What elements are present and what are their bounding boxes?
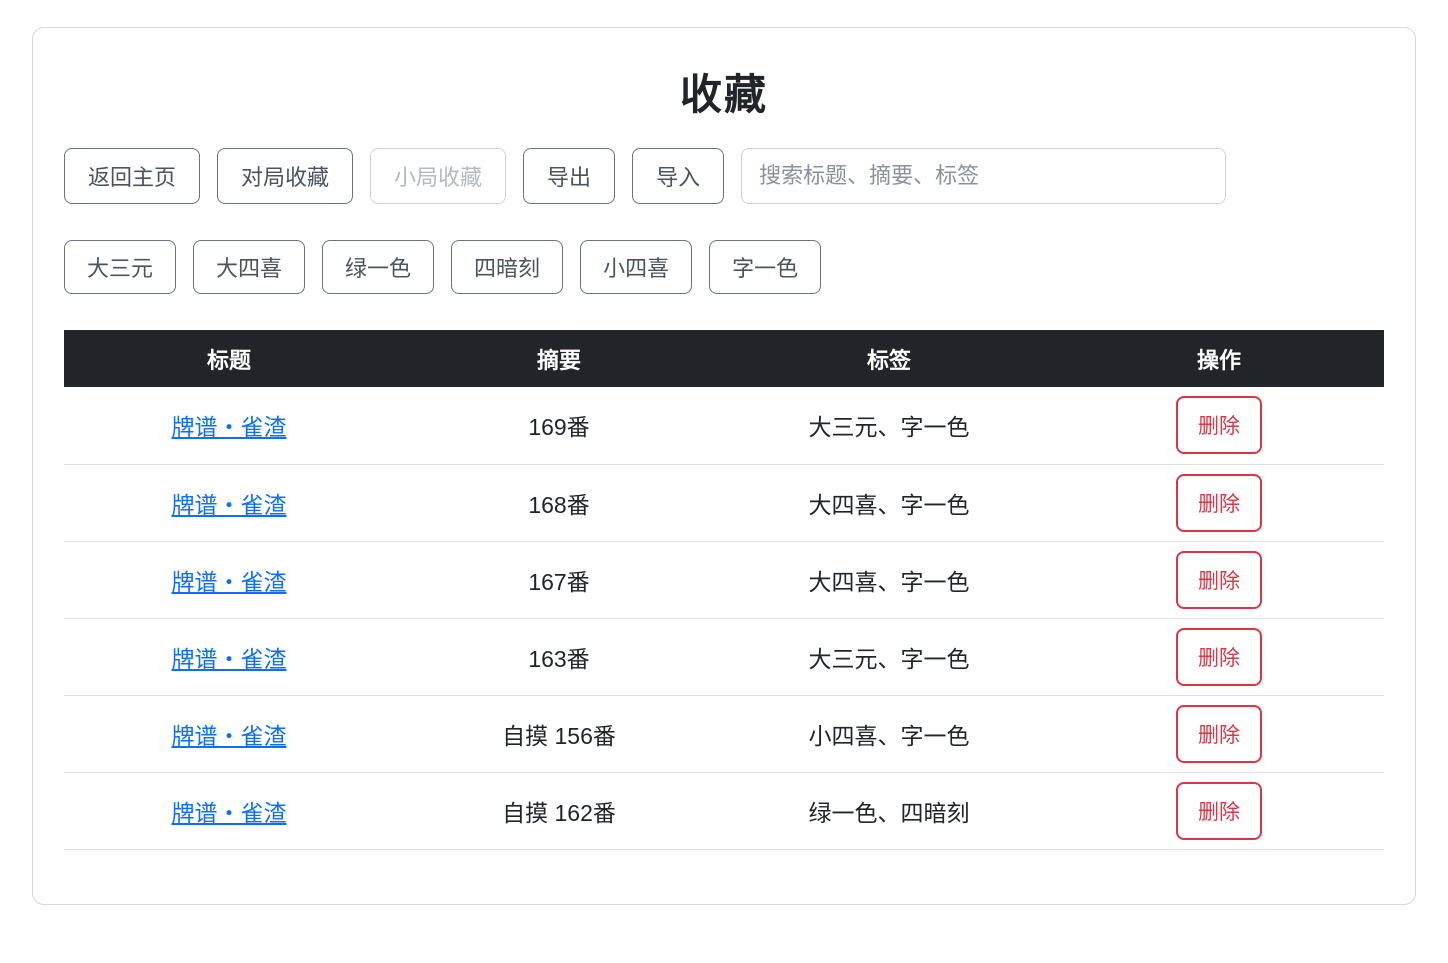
table-row: 牌谱・雀渣 自摸 162番 绿一色、四暗刻 删除 (64, 772, 1384, 850)
table-row: 牌谱・雀渣 自摸 156番 小四喜、字一色 删除 (64, 695, 1384, 773)
column-header: 操作 (1054, 330, 1384, 387)
toolbar: 返回主页 对局收藏 小局收藏 导出 导入 (64, 148, 1384, 204)
title-cell: 牌谱・雀渣 (64, 541, 394, 619)
summary-cell: 167番 (394, 541, 724, 619)
column-header: 标签 (724, 330, 1054, 387)
delete-button[interactable]: 删除 (1176, 781, 1262, 840)
toolbar-button-4[interactable]: 导入 (632, 148, 725, 204)
tags-cell: 绿一色、四暗刻 (724, 772, 1054, 850)
table-head: 标题 摘要 标签 操作 (64, 330, 1384, 387)
favorites-card: 收藏 返回主页对局收藏小局收藏导出导入 大三元大四喜绿一色四暗刻小四喜字一色 标… (32, 27, 1416, 905)
tag-filter-button-1[interactable]: 大四喜 (193, 240, 306, 294)
page-title: 收藏 (679, 71, 768, 118)
title-cell: 牌谱・雀渣 (64, 387, 394, 465)
toolbar-button-1[interactable]: 对局收藏 (217, 148, 354, 204)
column-header: 标题 (64, 330, 394, 387)
tag-filter-button-4[interactable]: 小四喜 (580, 240, 693, 294)
summary-cell: 163番 (394, 618, 724, 696)
summary-cell: 168番 (394, 464, 724, 542)
delete-button[interactable]: 删除 (1176, 627, 1262, 686)
action-cell: 删除 (1054, 695, 1384, 773)
record-link[interactable]: 牌谱・雀渣 (172, 569, 287, 595)
favorites-table: 标题 摘要 标签 操作 牌谱・雀渣 169番 大三元、字一色 删除 牌谱・雀渣 168番 大四喜、… (64, 330, 1384, 850)
toolbar-button-0[interactable]: 返回主页 (64, 148, 201, 204)
title-cell: 牌谱・雀渣 (64, 772, 394, 850)
tag-filter-button-5[interactable]: 字一色 (709, 240, 822, 294)
delete-button[interactable]: 删除 (1176, 473, 1262, 532)
title-cell: 牌谱・雀渣 (64, 695, 394, 773)
table-row: 牌谱・雀渣 169番 大三元、字一色 删除 (64, 387, 1384, 465)
record-link[interactable]: 牌谱・雀渣 (172, 414, 287, 440)
tag-filter-button-3[interactable]: 四暗刻 (451, 240, 564, 294)
tags-cell: 大四喜、字一色 (724, 464, 1054, 542)
summary-cell: 自摸 156番 (394, 695, 724, 773)
tag-filter-button-0[interactable]: 大三元 (64, 240, 177, 294)
record-link[interactable]: 牌谱・雀渣 (172, 646, 287, 672)
table-header-row: 标题 摘要 标签 操作 (64, 330, 1384, 387)
title-cell: 牌谱・雀渣 (64, 618, 394, 696)
toolbar-button-2: 小局收藏 (370, 148, 507, 204)
title-cell: 牌谱・雀渣 (64, 464, 394, 542)
action-cell: 删除 (1054, 772, 1384, 850)
record-link[interactable]: 牌谱・雀渣 (172, 723, 287, 749)
delete-button[interactable]: 删除 (1176, 704, 1262, 763)
tags-cell: 小四喜、字一色 (724, 695, 1054, 773)
toolbar-button-3[interactable]: 导出 (523, 148, 616, 204)
tags-cell: 大四喜、字一色 (724, 541, 1054, 619)
action-cell: 删除 (1054, 464, 1384, 542)
table-row: 牌谱・雀渣 163番 大三元、字一色 删除 (64, 618, 1384, 696)
action-cell: 删除 (1054, 387, 1384, 465)
delete-button[interactable]: 删除 (1176, 550, 1262, 609)
delete-button[interactable]: 删除 (1176, 396, 1262, 455)
column-header: 摘要 (394, 330, 724, 387)
toolbar-buttons: 返回主页 对局收藏 小局收藏 导出 导入 (64, 148, 725, 204)
action-cell: 删除 (1054, 541, 1384, 619)
search-input[interactable] (741, 148, 1227, 204)
summary-cell: 自摸 162番 (394, 772, 724, 850)
tags-cell: 大三元、字一色 (724, 387, 1054, 465)
table-row: 牌谱・雀渣 167番 大四喜、字一色 删除 (64, 541, 1384, 619)
tag-filter-row: 大三元 大四喜 绿一色 四暗刻 小四喜 字一色 (64, 240, 1384, 294)
summary-cell: 169番 (394, 387, 724, 465)
table-row: 牌谱・雀渣 168番 大四喜、字一色 删除 (64, 464, 1384, 542)
table-body: 牌谱・雀渣 169番 大三元、字一色 删除 牌谱・雀渣 168番 大四喜、字一色 删除 牌谱・雀… (64, 387, 1384, 850)
tag-filter-button-2[interactable]: 绿一色 (322, 240, 435, 294)
tags-cell: 大三元、字一色 (724, 618, 1054, 696)
action-cell: 删除 (1054, 618, 1384, 696)
record-link[interactable]: 牌谱・雀渣 (172, 800, 287, 826)
record-link[interactable]: 牌谱・雀渣 (172, 492, 287, 518)
